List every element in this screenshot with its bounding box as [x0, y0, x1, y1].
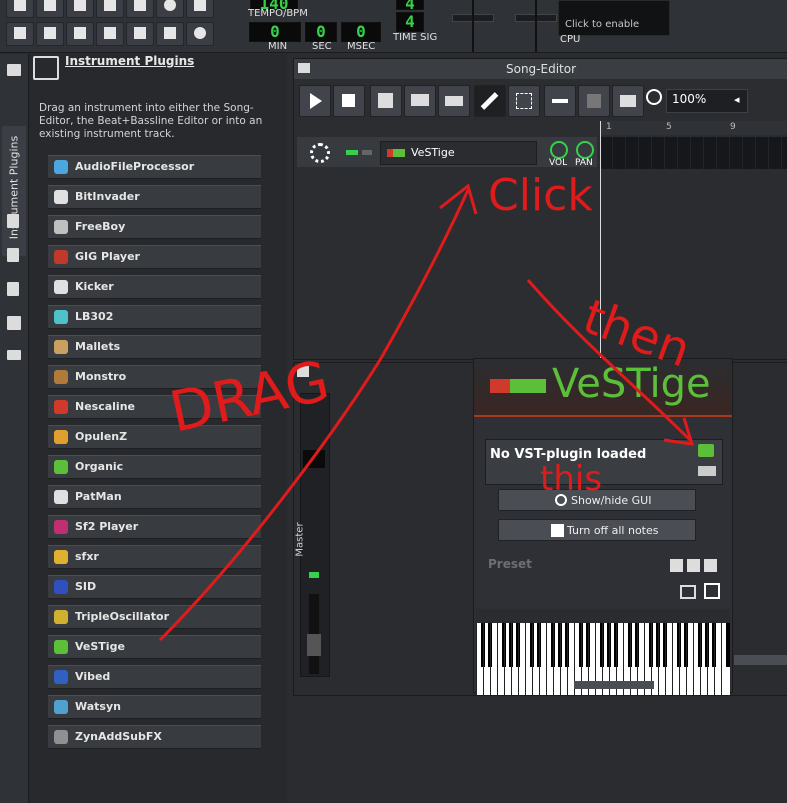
annotation-then: then	[576, 289, 698, 379]
then-arrow-head	[663, 417, 695, 446]
annotation-this: this	[540, 459, 602, 499]
annotation-drag: DRAG	[164, 349, 334, 446]
annotation-click: Click	[488, 170, 593, 221]
annotation-layer: DRAG Click then this	[158, 170, 698, 642]
